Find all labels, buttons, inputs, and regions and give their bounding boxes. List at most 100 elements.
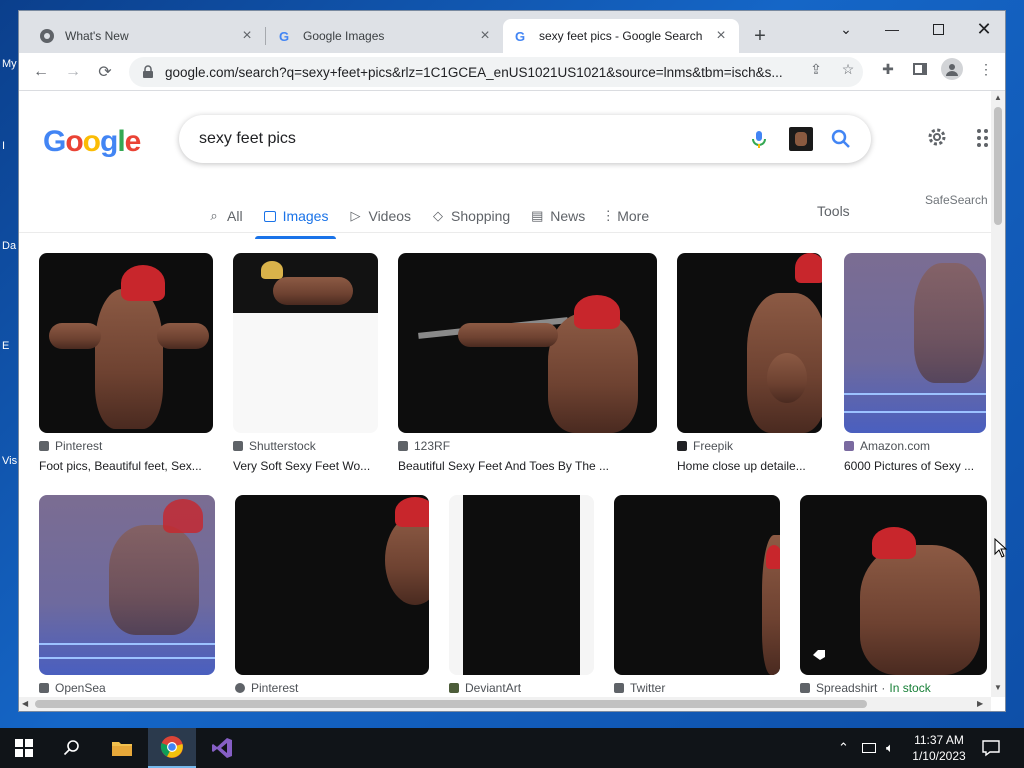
maximize-button[interactable] — [915, 15, 961, 43]
newspaper-icon: ▤ — [531, 208, 544, 223]
source-name: 123RF — [414, 439, 451, 453]
profile-avatar-icon[interactable] — [941, 58, 963, 80]
site-favicon-icon — [449, 683, 459, 693]
volume-icon[interactable]: 🔈︎ — [886, 728, 894, 768]
result-thumbnail[interactable] — [844, 253, 986, 433]
tab-title: Google Images — [303, 29, 385, 43]
scroll-up-arrow-icon[interactable]: ▲ — [994, 93, 1002, 102]
result-thumbnail[interactable] — [800, 495, 987, 675]
address-bar[interactable]: google.com/search?q=sexy+feet+pics&rlz=1… — [129, 57, 863, 87]
result-thumbnail[interactable] — [235, 495, 429, 675]
kebab-menu-icon[interactable]: ⋮ — [977, 60, 995, 78]
result-thumbnail[interactable] — [614, 495, 780, 675]
safesearch-button[interactable]: SafeSearch — [925, 193, 988, 207]
reload-button[interactable]: ⟳ — [93, 60, 117, 84]
result-caption[interactable]: 6000 Pictures of Sexy ... — [844, 459, 986, 473]
tab-search-results[interactable]: G sexy feet pics - Google Search × — [503, 19, 739, 53]
result-source[interactable]: OpenSea — [39, 681, 106, 695]
close-window-button[interactable]: ✕ — [961, 15, 1005, 43]
search-page: Google ⌕ All — [19, 91, 991, 697]
scroll-down-arrow-icon[interactable]: ▼ — [994, 683, 1002, 692]
url-text[interactable]: google.com/search?q=sexy+feet+pics&rlz=1… — [165, 65, 805, 80]
taskbar-search-button[interactable] — [48, 728, 96, 768]
search-by-image-thumbnail[interactable] — [789, 127, 813, 151]
desktop-icon-label[interactable]: Da — [2, 240, 16, 252]
side-panel-icon[interactable] — [911, 60, 929, 78]
taskbar-clock[interactable]: 11:37 AM 1/10/2023 — [906, 732, 972, 764]
taskbar-chrome[interactable] — [148, 728, 196, 768]
scroll-right-arrow-icon[interactable]: ▶ — [977, 699, 983, 708]
result-thumbnail[interactable] — [677, 253, 822, 433]
scrollbar-thumb[interactable] — [994, 107, 1002, 225]
close-tab-icon[interactable]: × — [239, 27, 255, 44]
microphone-icon[interactable] — [749, 129, 769, 149]
tab-strip: What's New × G Google Images × G sexy fe… — [19, 11, 1005, 53]
search-box[interactable] — [179, 115, 871, 163]
result-source[interactable]: Shutterstock — [233, 439, 316, 453]
close-tab-icon[interactable]: × — [477, 27, 493, 44]
desktop-icon-label[interactable]: Vis — [2, 455, 17, 467]
horizontal-scrollbar[interactable]: ◀ ▶ — [19, 697, 991, 711]
result-thumbnail[interactable] — [39, 495, 215, 675]
google-apps-icon[interactable] — [977, 129, 989, 147]
network-icon[interactable] — [862, 728, 876, 768]
desktop-icon-label[interactable]: E — [2, 340, 9, 352]
nav-tab-more[interactable]: ⋮ More — [597, 199, 657, 233]
forward-button[interactable]: → — [61, 60, 85, 84]
result-thumbnail[interactable] — [398, 253, 657, 433]
result-source[interactable]: Twitter — [614, 681, 665, 695]
result-source[interactable]: Pinterest — [235, 681, 298, 695]
tools-button[interactable]: Tools — [817, 203, 850, 219]
scrollbar-thumb[interactable] — [35, 700, 867, 708]
desktop-icon-label[interactable]: My — [2, 58, 17, 70]
start-button[interactable] — [0, 728, 48, 768]
taskbar-file-explorer[interactable] — [98, 728, 146, 768]
visual-studio-icon — [212, 738, 232, 758]
search-icon[interactable] — [829, 127, 853, 151]
result-caption[interactable]: Home close up detaile... — [677, 459, 822, 473]
notifications-button[interactable] — [982, 728, 1000, 768]
tab-whats-new[interactable]: What's New × — [29, 19, 265, 53]
vertical-scrollbar[interactable]: ▲ ▼ — [991, 91, 1005, 697]
search-nav-tabs: ⌕ All Images ▷ Videos ◇ Shopping ▤ News — [199, 199, 661, 239]
result-thumbnail[interactable] — [39, 253, 213, 433]
result-source[interactable]: Pinterest — [39, 439, 102, 453]
image-icon — [263, 209, 277, 223]
nav-tab-videos[interactable]: ▷ Videos — [340, 199, 419, 233]
google-g-icon: G — [515, 29, 525, 44]
site-favicon-icon — [844, 441, 854, 451]
nav-tab-images[interactable]: Images — [254, 199, 337, 239]
result-caption[interactable]: Very Soft Sexy Feet Wo... — [233, 459, 383, 473]
back-button[interactable]: ← — [29, 60, 53, 84]
taskbar-visual-studio[interactable] — [198, 728, 246, 768]
result-source[interactable]: Spreadshirt · In stock — [800, 681, 931, 695]
nav-tab-news[interactable]: ▤ News — [522, 199, 593, 233]
result-source[interactable]: Amazon.com — [844, 439, 930, 453]
result-source[interactable]: DeviantArt — [449, 681, 521, 695]
minimize-button[interactable]: — — [869, 15, 915, 43]
result-caption[interactable]: Beautiful Sexy Feet And Toes By The ... — [398, 459, 657, 473]
result-thumbnail[interactable] — [449, 495, 594, 675]
google-logo[interactable]: Google — [43, 125, 141, 159]
notification-icon — [982, 740, 1000, 757]
extensions-icon[interactable]: ✚ — [879, 60, 897, 78]
nav-tab-all[interactable]: ⌕ All — [199, 199, 251, 233]
nav-tab-shopping[interactable]: ◇ Shopping — [423, 199, 518, 233]
result-source[interactable]: Freepik — [677, 439, 733, 453]
result-source[interactable]: 123RF — [398, 439, 450, 453]
new-tab-button[interactable]: + — [749, 25, 771, 47]
scroll-left-arrow-icon[interactable]: ◀ — [22, 699, 28, 708]
show-hidden-icons-button[interactable]: ⌃ — [838, 728, 849, 768]
result-caption[interactable]: Foot pics, Beautiful feet, Sex... — [39, 459, 213, 473]
bookmark-star-icon[interactable]: ☆ — [839, 60, 857, 78]
close-tab-icon[interactable]: × — [713, 27, 729, 44]
search-input[interactable] — [199, 127, 719, 151]
result-thumbnail[interactable] — [233, 253, 378, 433]
tab-google-images[interactable]: G Google Images × — [267, 19, 503, 53]
share-icon[interactable]: ⇪ — [807, 60, 825, 78]
browser-toolbar: ← → ⟳ google.com/search?q=sexy+feet+pics… — [19, 53, 1005, 91]
desktop-icon-label[interactable]: I — [2, 140, 5, 152]
settings-gear-icon[interactable] — [925, 125, 949, 149]
nav-tab-label: Shopping — [451, 208, 511, 224]
tab-search-chevron-icon[interactable]: ⌄ — [823, 15, 869, 43]
